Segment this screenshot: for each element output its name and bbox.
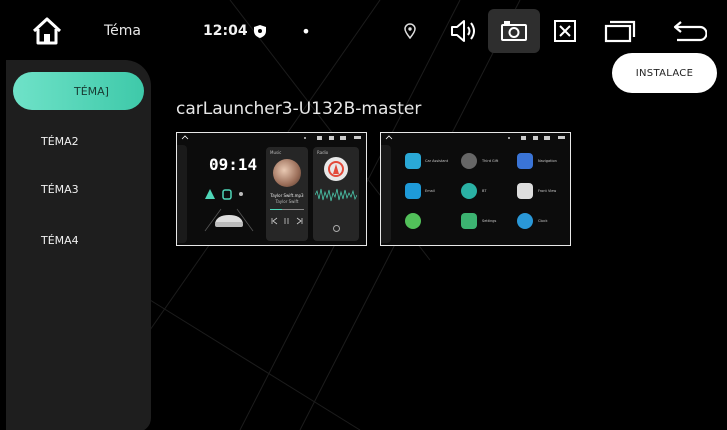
- preview-radio-wave: [315, 188, 357, 202]
- preview-song-title: Taylor Swift.mp3: [270, 193, 304, 198]
- recents-icon: [604, 20, 636, 43]
- screenshot-camera-icon: [501, 21, 527, 41]
- preview-clock: 09:14: [209, 155, 258, 174]
- app-label: Clock: [538, 219, 548, 223]
- clock-text: 12:04: [203, 23, 248, 39]
- screenshot-button[interactable]: [488, 9, 540, 53]
- preview-artist: Taylor Swift: [275, 199, 299, 204]
- app-label: Third Gift: [482, 159, 499, 163]
- status-bar: Téma 12:04 •: [0, 0, 727, 62]
- preview-music-card: Music Taylor Swift.mp3 Taylor Swift: [266, 147, 308, 241]
- album-art: [273, 159, 301, 187]
- preview-car-image: [204, 208, 254, 232]
- preview-side-dock: [381, 145, 391, 243]
- preview-music-label: Music: [270, 150, 282, 155]
- navigation-icon: [517, 153, 533, 169]
- preview-radio-card: Radio: [313, 147, 359, 241]
- car-assistant-icon: [405, 153, 421, 169]
- sidebar-item-label: TÉMA4: [41, 233, 79, 247]
- preview-app-row: Email BT Front View: [405, 183, 565, 201]
- location-button[interactable]: [396, 0, 424, 62]
- front-view-icon: [517, 183, 533, 199]
- page-title: Téma: [104, 23, 142, 39]
- install-button[interactable]: INSTALACE: [612, 53, 717, 93]
- preview-power-icon: [333, 225, 340, 232]
- third-gift-icon: [461, 153, 477, 169]
- preview-radio-label: Radio: [317, 150, 329, 155]
- app-label: Settings: [482, 219, 497, 223]
- radio-icon: [324, 157, 348, 181]
- notification-dot: •: [301, 21, 311, 41]
- close-button[interactable]: [547, 0, 583, 62]
- volume-button[interactable]: [446, 0, 482, 62]
- email-icon: [405, 183, 421, 199]
- sidebar-item-label: TÉMA3: [41, 182, 79, 196]
- location-pin-icon: [404, 23, 416, 39]
- home-icon: [32, 17, 62, 45]
- theme-preview-home[interactable]: 09:14 Music Taylor Swift.mp3 Taylor Swif…: [176, 132, 367, 246]
- app-label: Front View: [538, 189, 557, 193]
- sidebar-item-label: TÉMA]: [74, 84, 109, 98]
- clock-icon: [517, 213, 533, 229]
- home-button[interactable]: [22, 0, 72, 62]
- app-label: Car Assistant: [425, 159, 449, 163]
- app-label: BT: [482, 189, 487, 193]
- apps-grid-icon: [405, 213, 421, 229]
- sidebar-item-tema1[interactable]: TÉMA]: [13, 72, 144, 110]
- screen: Téma 12:04 • TÉMA] TÉMA2 TÉMA3 TÉMA4 INS…: [0, 0, 727, 430]
- preview-status-bar: [385, 135, 565, 140]
- clock: 12:04: [203, 0, 273, 62]
- preview-app-row: Settings Clock: [405, 213, 565, 231]
- sidebar-item-tema4[interactable]: TÉMA4: [6, 221, 151, 259]
- sidebar-item-tema3[interactable]: TÉMA3: [6, 170, 151, 208]
- preview-nav-icons: [205, 189, 243, 200]
- settings-icon: [461, 213, 477, 229]
- bluetooth-icon: [461, 183, 477, 199]
- theme-name: carLauncher3-U132B-master: [176, 99, 422, 119]
- app-label: Email: [425, 189, 435, 193]
- preview-media-controls: [271, 217, 303, 225]
- sidebar-item-label: TÉMA2: [41, 134, 79, 148]
- volume-icon: [451, 20, 475, 42]
- theme-preview-apps[interactable]: Car Assistant Third Gift Navigation Emai…: [380, 132, 571, 246]
- preview-side-dock: [177, 145, 187, 243]
- preview-status-bar: [181, 135, 361, 140]
- close-box-icon: [554, 20, 576, 42]
- preview-app-row: Car Assistant Third Gift Navigation: [405, 153, 565, 171]
- shield-icon: [253, 24, 266, 38]
- app-label: Navigation: [538, 159, 557, 163]
- back-arrow-icon: [673, 21, 707, 42]
- sidebar-item-tema2[interactable]: TÉMA2: [6, 122, 151, 160]
- preview-progress-fill: [270, 209, 282, 210]
- theme-sidebar: TÉMA] TÉMA2 TÉMA3 TÉMA4: [6, 60, 151, 430]
